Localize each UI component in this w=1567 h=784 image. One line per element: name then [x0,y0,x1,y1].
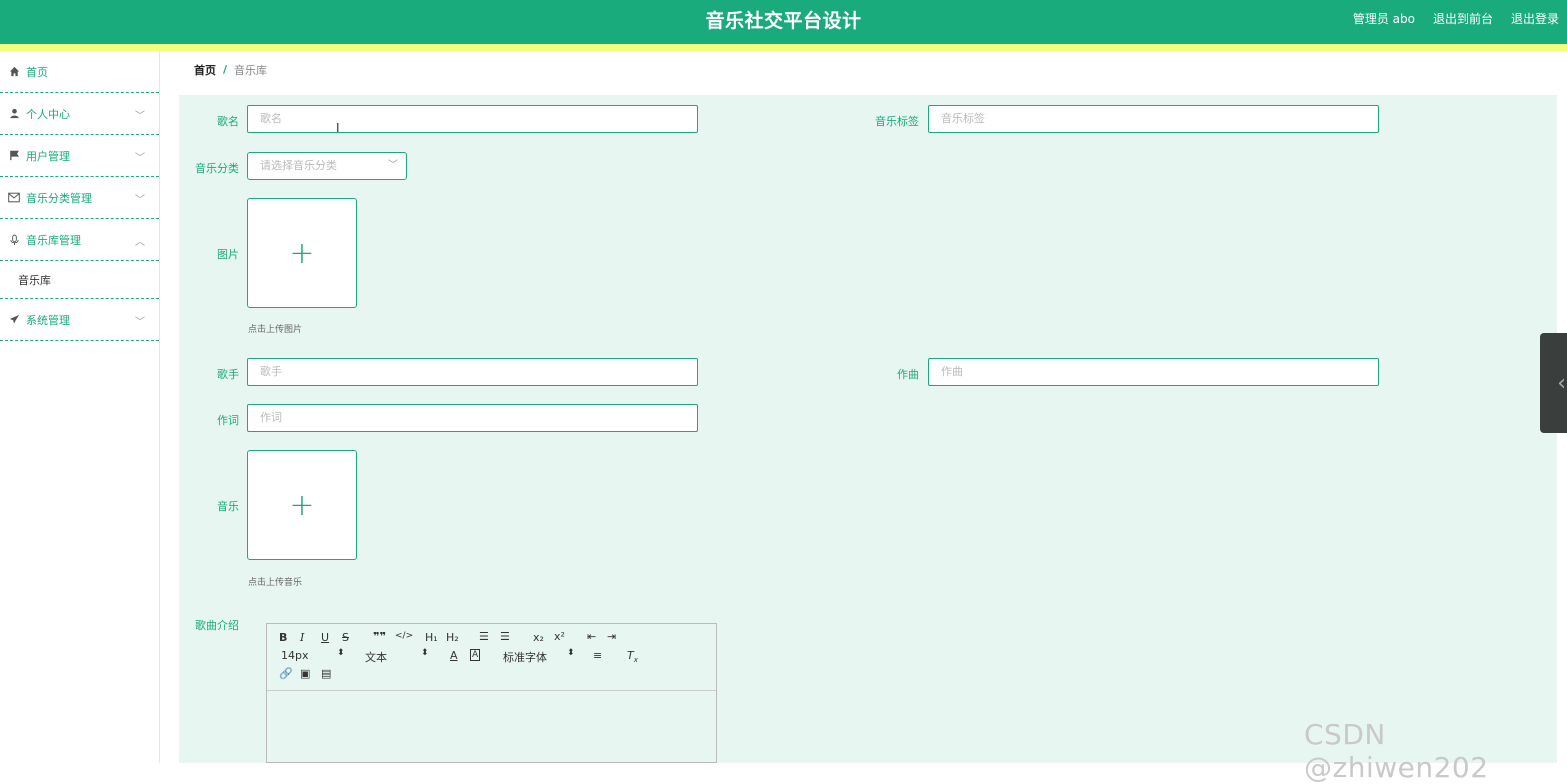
admin-label: 管理员 abo [1352,12,1415,26]
font-size-select[interactable]: 14px [281,649,309,662]
chevron-down-icon: ﹀ [388,160,398,171]
flag-icon [8,150,20,162]
breadcrumb-separator: / [223,63,228,76]
image-label: 图片 [217,248,239,261]
sidebar-item-label: 音乐库管理 [26,233,81,247]
category-label: 音乐分类 [195,162,239,175]
top-right-actions: 管理员 abo 退出到前台 退出登录 [1353,10,1559,27]
top-accent-strip [0,44,1567,51]
top-bar: 音乐社交平台设计 管理员 abo 退出到前台 退出登录 [0,0,1567,44]
mail-icon [8,192,20,204]
composer-input[interactable]: 作曲 [928,358,1379,386]
editor-toolbar: B I U S ❞❞ </> H₁ H₂ ☰ ☰ x₂ x² ⇤ ⇥ 14px … [267,624,716,691]
outdent-icon[interactable]: ⇤ [587,630,596,643]
breadcrumb-current: 音乐库 [234,63,268,77]
intro-label: 歌曲介绍 [195,619,239,632]
image-icon[interactable]: ▣ [300,667,310,680]
music-form: 歌名 歌名 音乐标签 音乐标签 音乐分类 请选择音乐分类 ﹀ 图片 + 点击上传… [179,95,1557,763]
bold-icon[interactable]: B [279,631,287,644]
sort-icon: ⬍ [421,648,429,658]
music-uploader[interactable]: + [247,450,357,560]
lyricist-label: 作词 [217,414,239,427]
name-input[interactable]: 歌名 [247,105,698,133]
sidebar-item-label: 系统管理 [26,313,70,327]
breadcrumb: 首页 / 音乐库 [180,51,1557,88]
sidebar-item-category[interactable]: 音乐分类管理 ﹀ [0,177,159,219]
tag-label: 音乐标签 [875,115,919,128]
font-family-select[interactable]: 标准字体 [503,649,547,665]
composer-label: 作曲 [897,368,919,381]
text-cursor-icon: I [336,121,340,135]
code-icon[interactable]: </> [395,631,413,641]
chevron-down-icon: ﹀ [135,317,145,328]
sidebar-item-personal[interactable]: 个人中心 ﹀ [0,93,159,135]
align-icon[interactable]: ≡ [593,649,602,662]
sidebar-item-label: 用户管理 [26,149,70,163]
chevron-down-icon: ﹀ [135,153,145,164]
text-style-select[interactable]: 文本 [365,649,387,665]
person-icon [8,108,20,120]
sort-icon: ⬍ [567,648,575,658]
sidebar-item-system[interactable]: 系统管理 ﹀ [0,299,159,341]
superscript-icon[interactable]: x² [554,630,565,643]
video-icon[interactable]: ▤ [321,667,331,680]
sidebar-item-home[interactable]: 首页 [0,51,159,93]
sidebar-item-label: 首页 [26,65,48,79]
heading1-icon[interactable]: H₁ [425,631,438,644]
sidebar-item-label: 音乐分类管理 [26,191,92,205]
music-label: 音乐 [217,500,239,513]
logout-link[interactable]: 退出登录 [1511,10,1559,27]
mic-icon [8,234,20,246]
chevron-down-icon: ﹀ [135,111,145,122]
image-hint: 点击上传图片 [248,325,303,335]
blockquote-icon[interactable]: ❞❞ [373,630,386,643]
lyricist-input[interactable]: 作词 [247,404,698,432]
tag-input[interactable]: 音乐标签 [928,105,1379,133]
background-color-icon[interactable]: A [470,649,481,661]
sidebar-item-music-library[interactable]: 音乐库管理 ︿ [0,219,159,261]
category-select[interactable]: 请选择音乐分类 ﹀ [247,152,407,180]
ordered-list-icon[interactable]: ☰ [479,630,489,643]
category-placeholder: 请选择音乐分类 [260,159,337,172]
font-color-icon[interactable]: A [450,649,458,662]
chevron-down-icon: ﹀ [135,195,145,206]
underline-icon[interactable]: U [321,631,329,644]
plus-icon: + [289,487,315,523]
breadcrumb-home[interactable]: 首页 [194,62,216,78]
music-hint: 点击上传音乐 [248,578,303,588]
image-uploader[interactable]: + [247,198,357,308]
heading2-icon[interactable]: H₂ [446,631,459,644]
sidebar-subitem-label: 音乐库 [18,273,51,287]
name-label: 歌名 [217,115,239,128]
main-content: 首页 / 音乐库 歌名 歌名 音乐标签 音乐标签 音乐分类 请选择音乐分类 ﹀ … [160,51,1567,763]
side-drawer-handle[interactable]: ‹ [1540,333,1567,433]
link-icon[interactable]: 🔗 [279,667,293,680]
chevron-left-icon: ‹ [1557,370,1566,396]
bullet-list-icon[interactable]: ☰ [500,630,510,643]
clear-format-icon[interactable]: Tx [627,649,638,664]
sidebar-item-label: 个人中心 [26,107,70,121]
sidebar-item-users[interactable]: 用户管理 ﹀ [0,135,159,177]
sidebar: 首页 个人中心 ﹀ 用户管理 ﹀ 音乐分类管理 ﹀ 音乐库管理 ︿ 音乐库 系统… [0,51,160,763]
rich-text-editor[interactable]: B I U S ❞❞ </> H₁ H₂ ☰ ☰ x₂ x² ⇤ ⇥ 14px … [266,623,717,763]
front-link[interactable]: 退出到前台 [1433,10,1493,27]
plus-icon: + [289,235,315,271]
indent-icon[interactable]: ⇥ [607,630,616,643]
strike-icon[interactable]: S [342,631,349,644]
sidebar-subitem-music-library[interactable]: 音乐库 [0,261,159,299]
italic-icon[interactable]: I [300,631,304,644]
home-icon [8,66,20,78]
watermark: CSDN @zhiwen202 [1304,718,1489,784]
chevron-up-icon: ︿ [135,237,145,248]
sort-icon: ⬍ [337,648,345,658]
singer-input[interactable]: 歌手 [247,358,698,386]
send-icon [8,314,20,326]
app-title: 音乐社交平台设计 [705,10,862,32]
subscript-icon[interactable]: x₂ [533,631,544,644]
singer-label: 歌手 [217,368,239,381]
